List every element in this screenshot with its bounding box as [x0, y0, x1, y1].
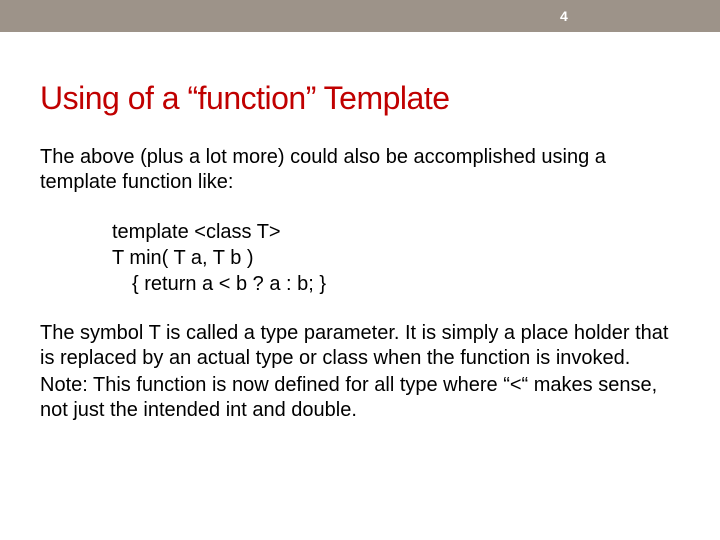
header-bar: 4: [0, 0, 720, 32]
explanation-paragraph: The symbol T is called a type parameter.…: [40, 321, 680, 371]
slide-title: Using of a “function” Template: [40, 80, 680, 117]
code-line-1: template <class T>: [112, 219, 680, 245]
note-paragraph: Note: This function is now defined for a…: [40, 373, 680, 423]
code-line-3: { return a < b ? a : b; }: [112, 271, 680, 297]
slide-number: 4: [560, 8, 568, 24]
code-block: template <class T> T min( T a, T b ) { r…: [112, 219, 680, 297]
intro-paragraph: The above (plus a lot more) could also b…: [40, 145, 680, 195]
code-line-2: T min( T a, T b ): [112, 245, 680, 271]
slide-content: Using of a “function” Template The above…: [0, 32, 720, 423]
